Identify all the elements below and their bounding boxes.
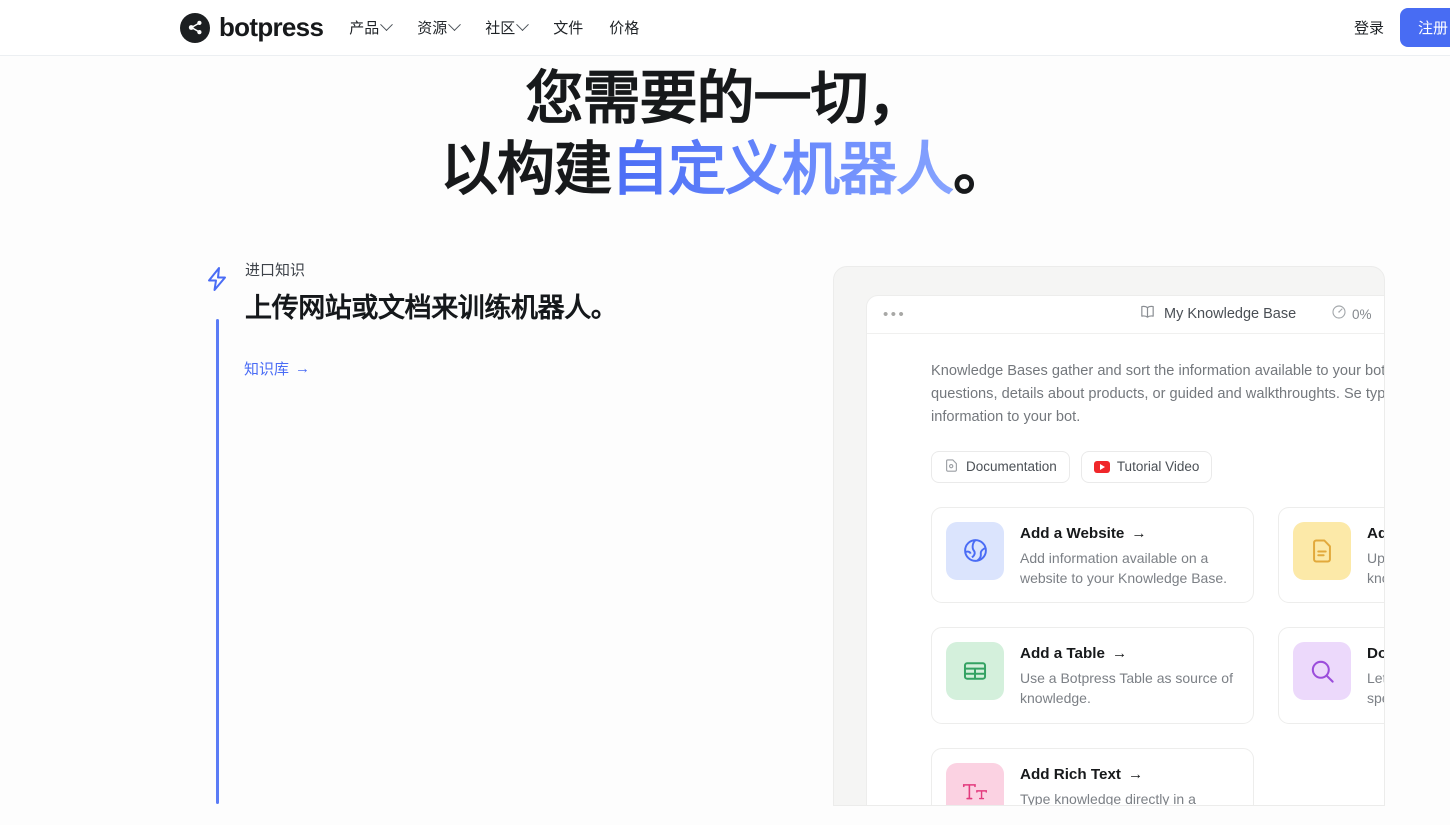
nav-item-community-label: 社区 <box>485 20 516 37</box>
chevron-down-icon <box>448 18 462 32</box>
kb-card-title-label: Add Rich Text <box>1020 766 1121 784</box>
kb-card-add-website[interactable]: Add a Website → Add information availabl… <box>931 506 1254 604</box>
feature-accent-rail <box>216 318 219 804</box>
kb-progress-indicator: 0% <box>1331 304 1372 325</box>
kb-card-add-document[interactable]: Add a Document → Upload files to add the… <box>1278 506 1385 604</box>
kb-card-title-label: Add a Table <box>1020 645 1105 663</box>
hero-line-2-end: 。 <box>953 136 1011 202</box>
kb-card-description: Let your bot search the web for specific… <box>1367 670 1385 707</box>
feature-title: 上传网站或文档来训练机器人。 <box>245 292 618 323</box>
nav-item-resources-label: 资源 <box>417 20 448 37</box>
top-navbar: botpress 产品 资源 社区 文件 价格 登录 注册 <box>0 0 1450 56</box>
chevron-down-icon <box>516 18 530 32</box>
document-page-icon <box>944 458 959 476</box>
feature-block: 进口知识 上传网站或文档来训练机器人。 知识库 → <box>205 262 785 804</box>
kb-card-text: Do a Web Search → Let your bot search th… <box>1367 642 1385 709</box>
page-title: 您需要的一切， 以构建自定义机器人。 <box>0 64 1450 206</box>
hero-line-2-plain: 以构建 <box>439 136 612 202</box>
kb-card-title-label: Add a Document <box>1367 524 1384 542</box>
more-options-icon[interactable]: ••• <box>883 307 906 322</box>
kb-source-card-grid: Add a Website → Add information availabl… <box>931 506 1385 805</box>
nav-item-products-label: 产品 <box>349 20 380 37</box>
navbar-left-group: botpress 产品 资源 社区 文件 价格 <box>180 12 639 43</box>
globe-icon <box>946 521 1004 580</box>
kb-card-title: Do a Web Search → <box>1367 645 1384 663</box>
nav-item-pricing[interactable]: 价格 <box>609 17 639 38</box>
kb-card-text: Add a Website → Add information availabl… <box>1020 522 1235 589</box>
lightning-bolt-icon <box>205 266 229 297</box>
preview-panel-outer: ••• My Knowledge Base 0% Knowledge Bases… <box>833 265 1385 806</box>
kb-card-text: Add Rich Text → Type knowledge directly … <box>1020 763 1235 806</box>
kb-card-title: Add a Website → <box>1020 525 1235 542</box>
kb-card-web-search[interactable]: Do a Web Search → Let your bot search th… <box>1278 627 1385 725</box>
hero-line-1: 您需要的一切， <box>525 66 925 131</box>
arrow-right-icon: → <box>1127 766 1144 784</box>
tutorial-video-label: Tutorial Video <box>1116 459 1200 475</box>
brand-logo[interactable]: botpress <box>180 12 324 43</box>
kb-window-body: Knowledge Bases gather and sort the info… <box>867 334 1385 805</box>
kb-window-topbar: ••• My Knowledge Base 0% <box>867 296 1384 334</box>
feature-header: 进口知识 上传网站或文档来训练机器人。 <box>205 262 785 326</box>
share-nodes-icon <box>180 12 210 43</box>
arrow-right-icon: → <box>1131 524 1147 542</box>
kb-card-title-label: Add a Website <box>1020 524 1125 542</box>
kb-card-text: Add a Table → Use a Botpress Table as so… <box>1020 642 1235 709</box>
nav-item-products[interactable]: 产品 <box>349 17 394 38</box>
documentation-button[interactable]: Documentation <box>931 450 1070 483</box>
book-icon <box>1139 303 1156 325</box>
kb-title: My Knowledge Base <box>1164 306 1297 322</box>
gauge-icon <box>1331 304 1347 325</box>
brand-name: botpress <box>219 12 324 42</box>
rich-text-icon <box>946 763 1004 805</box>
kb-card-add-table[interactable]: Add a Table → Use a Botpress Table as so… <box>931 627 1254 725</box>
hero-section: 您需要的一切， 以构建自定义机器人。 <box>0 56 1450 206</box>
kb-resource-links: Documentation Tutorial Video <box>931 450 1384 483</box>
kb-card-description: Use a Botpress Table as source of knowle… <box>1020 670 1233 707</box>
kb-card-description: Add information available on a website t… <box>1020 549 1228 586</box>
navbar-right-group: 登录 注册 <box>1354 8 1450 47</box>
navbar-menu: 产品 资源 社区 文件 价格 <box>349 17 639 38</box>
kb-card-text: Add a Document → Upload files to add the… <box>1367 522 1385 589</box>
tutorial-video-button[interactable]: Tutorial Video <box>1080 450 1213 483</box>
file-document-icon <box>1293 521 1351 580</box>
kb-card-title: Add a Document → <box>1367 524 1384 542</box>
kb-card-title-label: Do a Web Search <box>1367 645 1384 663</box>
login-link[interactable]: 登录 <box>1354 17 1384 38</box>
knowledge-base-link-label: 知识库 <box>244 361 290 379</box>
kb-progress-value: 0% <box>1352 306 1372 322</box>
nav-item-resources[interactable]: 资源 <box>417 17 462 38</box>
table-grid-icon <box>946 642 1004 701</box>
kb-description: Knowledge Bases gather and sort the info… <box>931 362 1385 425</box>
signup-button[interactable]: 注册 <box>1399 8 1450 47</box>
kb-title-group: My Knowledge Base <box>1139 303 1296 325</box>
knowledge-base-link[interactable]: 知识库 → <box>244 358 310 379</box>
nav-item-pricing-label: 价格 <box>609 20 640 37</box>
chevron-down-icon <box>380 18 394 32</box>
arrow-right-icon: → <box>1111 645 1128 663</box>
nav-item-docs[interactable]: 文件 <box>553 17 583 38</box>
documentation-label: Documentation <box>966 459 1057 475</box>
kb-card-description: Upload files to add them to your knowled… <box>1367 549 1385 586</box>
kb-card-title: Add a Table → <box>1020 645 1235 662</box>
arrow-right-icon: → <box>295 360 311 378</box>
kb-card-description: Type knowledge directly in a simple edit… <box>1020 791 1196 806</box>
nav-item-docs-label: 文件 <box>553 20 584 37</box>
kb-card-rich-text[interactable]: Add Rich Text → Type knowledge directly … <box>931 748 1254 805</box>
kb-card-title: Add Rich Text → <box>1020 766 1235 783</box>
youtube-play-icon <box>1093 460 1110 473</box>
knowledge-base-app-window: ••• My Knowledge Base 0% Knowledge Bases… <box>866 294 1385 805</box>
magnifier-icon <box>1293 642 1351 701</box>
feature-text-group: 进口知识 上传网站或文档来训练机器人。 <box>245 261 618 326</box>
feature-eyebrow: 进口知识 <box>245 261 306 279</box>
hero-line-2-highlight: 自定义机器人 <box>610 136 954 202</box>
nav-item-community[interactable]: 社区 <box>485 17 530 38</box>
